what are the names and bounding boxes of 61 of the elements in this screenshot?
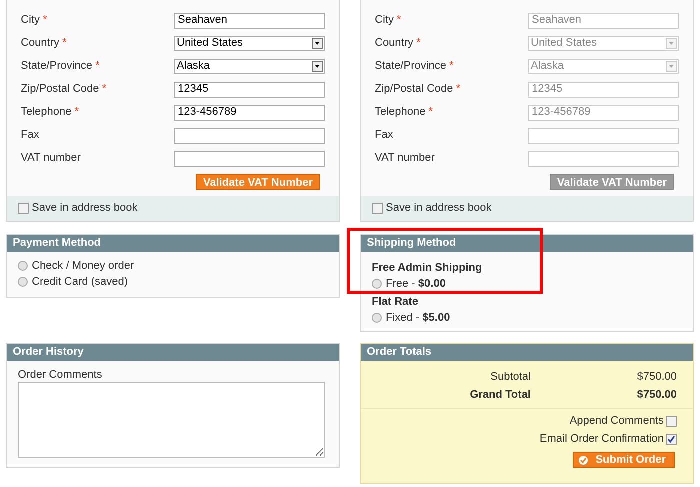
required-mark: * bbox=[42, 13, 48, 28]
required-mark: * bbox=[416, 36, 421, 52]
checkbox[interactable] bbox=[666, 434, 677, 445]
field-label: City bbox=[21, 13, 40, 28]
radio-button[interactable] bbox=[18, 277, 28, 287]
required-mark: * bbox=[428, 105, 434, 120]
required-mark: * bbox=[62, 36, 67, 52]
required-mark: * bbox=[396, 13, 402, 28]
required-mark: * bbox=[450, 59, 454, 74]
checkbox[interactable] bbox=[666, 416, 677, 427]
required-mark: * bbox=[74, 105, 80, 120]
checkbox-label: Email Order Confirmation bbox=[540, 432, 664, 448]
input-field[interactable]: Seahaven bbox=[174, 12, 325, 28]
option-label: Free - $0.00 bbox=[386, 276, 446, 292]
total-label: Grand Total bbox=[469, 388, 531, 404]
radio-button[interactable] bbox=[18, 261, 28, 271]
check-icon bbox=[578, 456, 588, 464]
field-label: State/Province bbox=[375, 59, 447, 74]
validate-vat-button[interactable]: Validate VAT Number bbox=[196, 174, 320, 190]
field-label: Order Comments bbox=[18, 369, 104, 382]
input-field[interactable] bbox=[174, 128, 325, 144]
field-label: VAT number bbox=[375, 151, 435, 166]
field-label: Fax bbox=[21, 128, 40, 144]
field-label: Country bbox=[21, 36, 60, 52]
field-label: State/Province bbox=[21, 59, 93, 74]
checkbox-label: Save in address book bbox=[386, 201, 492, 216]
select-field[interactable]: United States bbox=[174, 36, 325, 51]
option-label: Credit Card (saved) bbox=[32, 274, 128, 290]
section-header: Payment Method bbox=[7, 235, 339, 252]
total-value: $750.00 bbox=[636, 370, 677, 386]
section-header: Order History bbox=[7, 344, 339, 361]
input-field[interactable]: 123-456789 bbox=[174, 104, 325, 120]
total-value: $750.00 bbox=[636, 388, 677, 404]
field-label: Country bbox=[375, 36, 414, 52]
select-field[interactable]: Alaska bbox=[174, 59, 325, 74]
required-mark: * bbox=[96, 59, 100, 74]
comments-field[interactable] bbox=[18, 382, 325, 458]
field-label: Telephone bbox=[21, 105, 72, 120]
checkbox[interactable] bbox=[18, 203, 29, 214]
checkbox-label: Save in address book bbox=[32, 201, 138, 216]
field-label: Zip/Postal Code bbox=[21, 82, 100, 98]
carrier-name: Free Admin Shipping bbox=[372, 261, 484, 276]
radio-button[interactable] bbox=[372, 279, 382, 289]
field-label: Telephone bbox=[375, 105, 426, 120]
input-field[interactable]: 12345 bbox=[174, 82, 325, 98]
field-label: Fax bbox=[375, 128, 394, 144]
submit-order-button[interactable]: Submit Order bbox=[572, 452, 675, 468]
option-label: Check / Money order bbox=[32, 258, 134, 274]
total-label: Subtotal bbox=[490, 370, 531, 386]
input-field[interactable] bbox=[174, 150, 325, 166]
required-mark: * bbox=[102, 82, 107, 98]
section-header: Order Totals bbox=[361, 344, 693, 361]
required-mark: * bbox=[456, 82, 461, 98]
section-header: Shipping Method bbox=[361, 235, 693, 252]
carrier-name: Flat Rate bbox=[372, 295, 420, 310]
field-label: City bbox=[375, 13, 394, 28]
radio-button[interactable] bbox=[372, 313, 382, 323]
option-label: Fixed - $5.00 bbox=[386, 310, 450, 326]
checkbox-label: Append Comments bbox=[570, 414, 664, 430]
field-label: VAT number bbox=[21, 151, 81, 166]
field-label: Zip/Postal Code bbox=[375, 82, 454, 98]
